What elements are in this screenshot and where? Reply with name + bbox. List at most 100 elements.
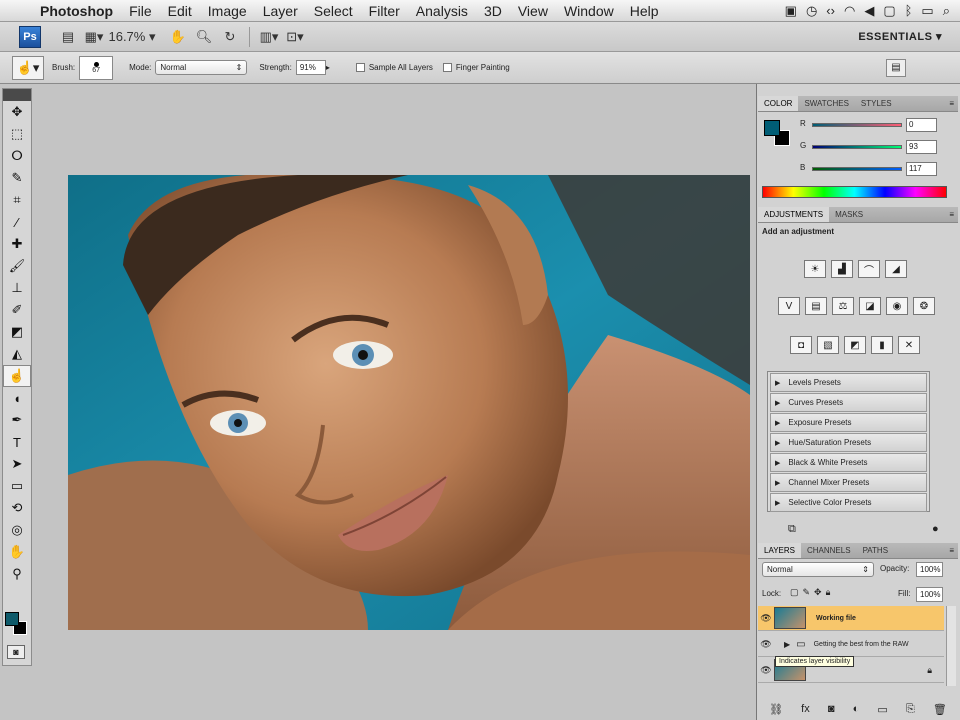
menu-3d[interactable]: 3D <box>476 3 510 19</box>
photo-filter-icon[interactable]: ◉ <box>886 297 908 315</box>
zoom-tool-icon[interactable]: 🔍︎ <box>191 27 217 47</box>
fill-input[interactable]: 100% <box>916 587 943 602</box>
menu-view[interactable]: View <box>510 3 556 19</box>
preset-channel-mixer[interactable]: ▶ Channel Mixer Presets <box>770 473 927 492</box>
opacity-input[interactable]: 100% <box>916 562 943 577</box>
tab-styles[interactable]: STYLES <box>855 96 898 111</box>
tab-swatches[interactable]: SWATCHES <box>798 96 854 111</box>
menu-layer[interactable]: Layer <box>255 3 306 19</box>
eye-icon[interactable]: 👁︎ <box>758 639 774 650</box>
preset-levels[interactable]: ▶ Levels Presets <box>770 373 927 392</box>
tool-preset-picker[interactable]: ☝ ▾ <box>12 55 44 80</box>
layer-name[interactable]: Getting the best from the RAW <box>814 641 909 648</box>
history-brush-tool-icon[interactable]: ✐ <box>3 299 31 321</box>
menu-help[interactable]: Help <box>622 3 667 19</box>
display-icon[interactable]: ▢ <box>883 3 895 19</box>
document-canvas[interactable] <box>68 175 750 630</box>
panel-menu-icon[interactable]: ≡ <box>945 96 958 111</box>
pen-tool-icon[interactable]: ✒ <box>3 409 31 431</box>
preset-exposure[interactable]: ▶ Exposure Presets <box>770 413 927 432</box>
layers-scrollbar[interactable] <box>946 606 956 686</box>
workspace-switcher[interactable]: ESSENTIALS ▾ <box>858 30 942 43</box>
eye-icon[interactable]: 👁︎ <box>758 665 774 676</box>
toggle-brush-panel-button[interactable]: ▤ <box>886 58 906 77</box>
gradient-map-icon[interactable]: ▮ <box>871 336 893 354</box>
path-selection-tool-icon[interactable]: ➤ <box>3 453 31 475</box>
threshold-icon[interactable]: ◩ <box>844 336 866 354</box>
quick-selection-tool-icon[interactable]: ✎ <box>3 167 31 189</box>
invert-icon[interactable]: ◘ <box>790 336 812 354</box>
link-layers-icon[interactable]: ⛓ <box>769 703 783 716</box>
menu-edit[interactable]: Edit <box>160 3 200 19</box>
new-group-icon[interactable]: ▭ <box>877 703 887 716</box>
tab-layers[interactable]: LAYERS <box>758 543 801 558</box>
move-tool-icon[interactable]: ✥ <box>3 101 31 123</box>
bridge-icon[interactable]: ▤ <box>55 27 81 47</box>
new-layer-icon[interactable]: ⎘ <box>906 703 915 716</box>
tab-masks[interactable]: MASKS <box>829 207 869 222</box>
preset-selective-color[interactable]: ▶ Selective Color Presets <box>770 493 927 512</box>
preset-curves[interactable]: ▶ Curves Presets <box>770 393 927 412</box>
menu-window[interactable]: Window <box>556 3 622 19</box>
marquee-tool-icon[interactable]: ⬚ <box>3 123 31 145</box>
code-icon[interactable]: ‹› <box>826 3 835 19</box>
curves-icon[interactable]: ⌒ <box>858 260 880 278</box>
layer-row-working-file[interactable]: 👁︎ Working file <box>758 606 944 631</box>
tools-panel-header[interactable] <box>3 89 31 101</box>
view-extras-icon[interactable]: ▦▾ <box>81 27 107 47</box>
hand-tool-icon[interactable]: ✋ <box>3 541 31 563</box>
green-value[interactable]: 93 <box>906 140 937 154</box>
black-white-icon[interactable]: ◪ <box>859 297 881 315</box>
time-machine-icon[interactable]: ◷ <box>806 3 817 19</box>
foreground-color-swatch[interactable] <box>5 612 19 626</box>
rotate-view-icon[interactable]: ↻ <box>217 27 243 47</box>
green-slider[interactable] <box>812 145 902 149</box>
arrange-documents-icon[interactable]: ▥▾ <box>256 27 282 47</box>
tab-channels[interactable]: CHANNELS <box>801 543 857 558</box>
quick-mask-icon[interactable]: ◙ <box>7 645 25 659</box>
red-slider[interactable] <box>812 123 902 127</box>
volume-icon[interactable]: ◀ <box>864 3 874 19</box>
color-balance-icon[interactable]: ⚖ <box>832 297 854 315</box>
layer-name[interactable]: Working file <box>816 615 856 622</box>
battery-icon[interactable]: ▭ <box>921 3 933 19</box>
vibrance-icon[interactable]: V <box>778 297 800 315</box>
tab-adjustments[interactable]: ADJUSTMENTS <box>758 207 830 222</box>
hue-saturation-icon[interactable]: ▤ <box>805 297 827 315</box>
new-adjustment-layer-icon[interactable]: ◐ <box>853 703 860 715</box>
panel-menu-icon[interactable]: ≡ <box>945 207 958 222</box>
spotlight-icon[interactable]: ⌕ <box>943 3 950 19</box>
menu-file[interactable]: File <box>121 3 160 19</box>
3d-orbit-tool-icon[interactable]: ◎ <box>3 519 31 541</box>
blend-mode-select[interactable]: Normal ⇕ <box>762 562 874 577</box>
layer-style-icon[interactable]: fx <box>801 703 810 715</box>
hand-tool-icon[interactable]: ✋ <box>165 27 191 47</box>
menu-filter[interactable]: Filter <box>361 3 408 19</box>
3d-rotate-tool-icon[interactable]: ⟲ <box>3 497 31 519</box>
levels-icon[interactable]: ▟ <box>831 260 853 278</box>
menu-app-name[interactable]: Photoshop <box>32 3 121 19</box>
bluetooth-icon[interactable]: ᛒ <box>905 3 913 19</box>
lock-options-icons[interactable]: ▢✎✥🔒︎ <box>790 587 834 598</box>
panel-menu-icon[interactable]: ≡ <box>945 543 958 558</box>
blue-value[interactable]: 117 <box>906 162 937 176</box>
dodge-tool-icon[interactable]: ◖ <box>3 387 31 409</box>
preset-black-white[interactable]: ▶ Black & White Presets <box>770 453 927 472</box>
gradient-tool-icon[interactable]: ◭ <box>3 343 31 365</box>
preset-hue-saturation[interactable]: ▶ Hue/Saturation Presets <box>770 433 927 452</box>
sample-all-layers-checkbox[interactable]: Sample All Layers <box>355 63 433 72</box>
menu-image[interactable]: Image <box>200 3 255 19</box>
posterize-icon[interactable]: ▧ <box>817 336 839 354</box>
healing-brush-tool-icon[interactable]: ✚ <box>3 233 31 255</box>
mask-icon[interactable]: ● <box>932 523 939 535</box>
strength-input[interactable]: 91% <box>295 60 326 75</box>
smudge-tool-icon[interactable]: ☝ <box>3 365 31 387</box>
exposure-icon[interactable]: ◢ <box>885 260 907 278</box>
tab-paths[interactable]: PATHS <box>857 543 894 558</box>
eye-icon[interactable]: 👁︎ <box>758 613 774 624</box>
lasso-tool-icon[interactable]: ⵔ <box>3 145 31 167</box>
eraser-tool-icon[interactable]: ◩ <box>3 321 31 343</box>
strength-dropdown-icon[interactable]: ▸ <box>326 63 330 72</box>
screen-record-icon[interactable]: ▣ <box>785 3 797 19</box>
brush-picker[interactable]: 67 <box>79 55 114 80</box>
